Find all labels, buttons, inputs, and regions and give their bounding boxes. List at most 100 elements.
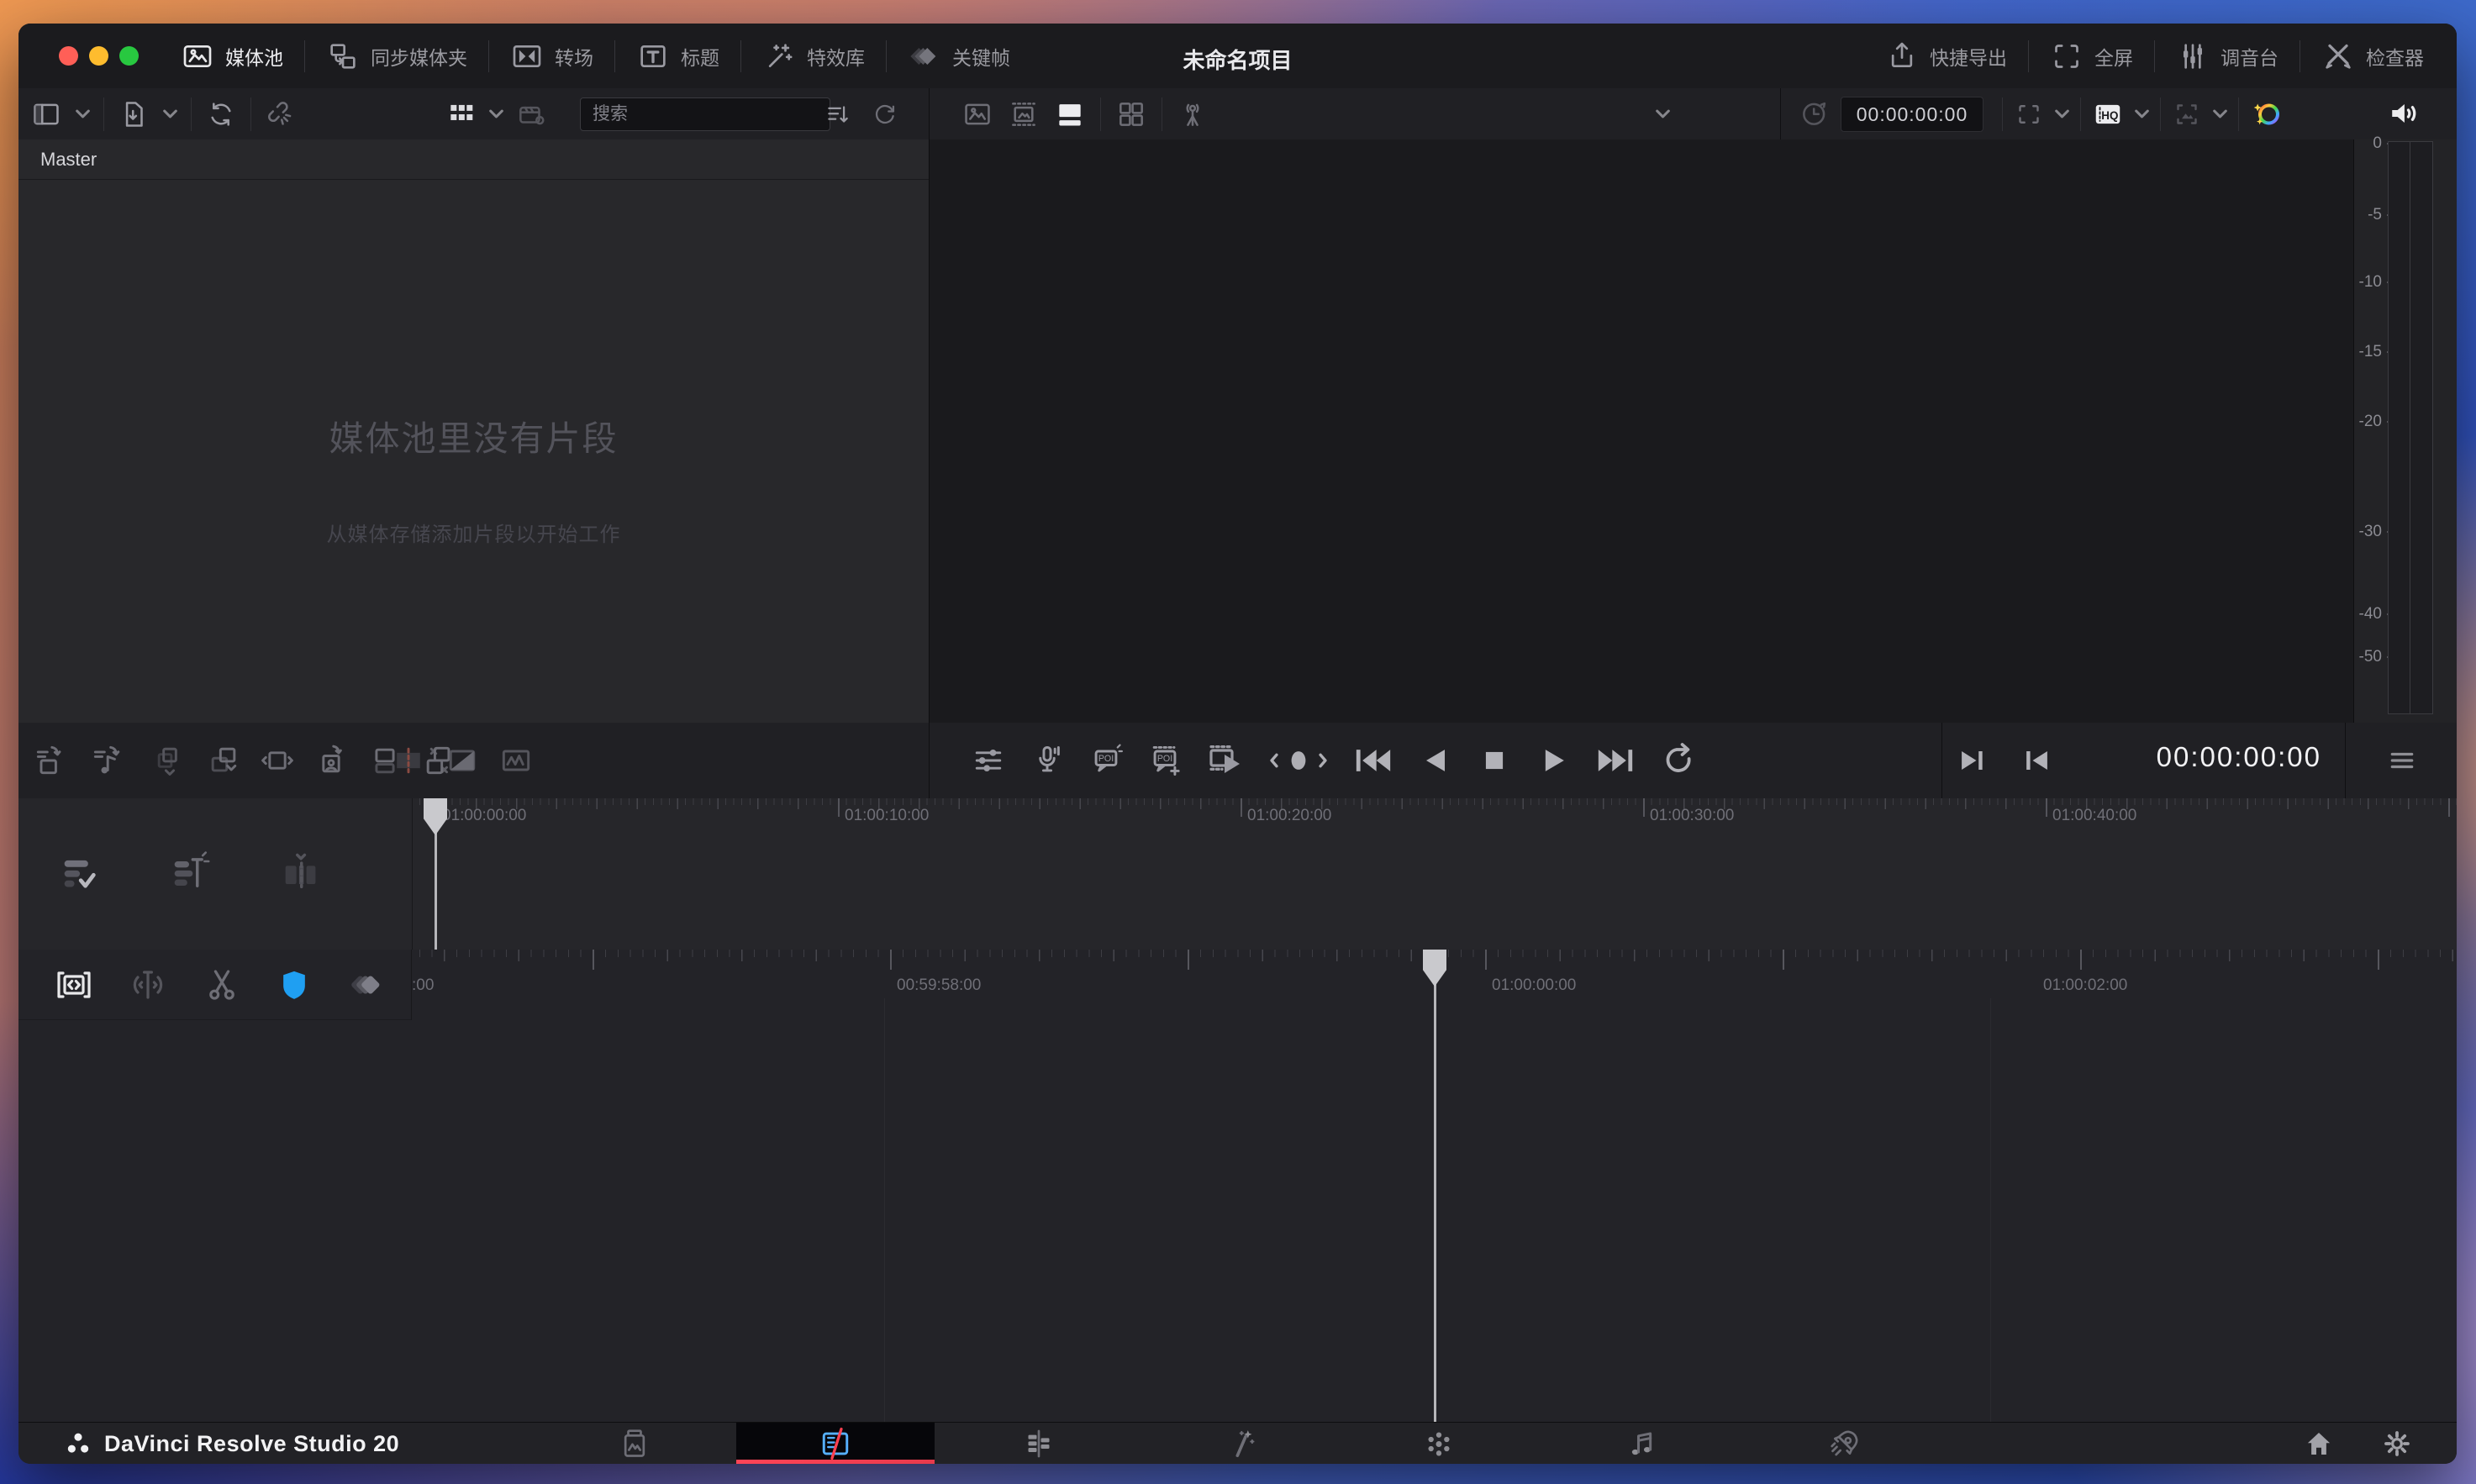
tab-transitions[interactable]: 转场 — [489, 24, 614, 88]
transition-cut-icon[interactable] — [390, 742, 427, 779]
sort-icon[interactable] — [824, 100, 852, 129]
mini-timeline-playhead[interactable] — [424, 798, 447, 950]
transitions-stack-icon[interactable] — [346, 965, 387, 1005]
zoom-window-button[interactable] — [119, 46, 139, 66]
unlink-icon[interactable] — [265, 98, 297, 130]
shuttle-jog-control[interactable] — [1267, 742, 1330, 779]
timeline-timecode[interactable]: 00:00:00:00 — [2120, 741, 2321, 773]
timeline-options-menu-icon[interactable] — [2385, 744, 2419, 777]
tools-icon[interactable] — [970, 742, 1007, 779]
razor-scissors-icon[interactable] — [202, 965, 242, 1005]
tab-titles[interactable]: 标题 — [615, 24, 740, 88]
page-fairlight[interactable] — [1619, 1423, 1666, 1464]
timeline-checklist-icon[interactable] — [57, 850, 101, 894]
insert-audio-icon[interactable] — [89, 742, 126, 779]
poi-add-icon[interactable]: POI — [1146, 742, 1183, 779]
pin-trim-icon[interactable] — [128, 965, 168, 1005]
storyboard-view-icon[interactable] — [1054, 98, 1086, 130]
tab-fullscreen[interactable]: 全屏 — [2029, 24, 2154, 88]
filmstrip-view-icon[interactable] — [1008, 98, 1040, 130]
tab-sync-bin[interactable]: 同步媒体夹 — [305, 24, 488, 88]
skip-to-start-button[interactable] — [1351, 742, 1395, 779]
fullscreen-icon — [2050, 39, 2084, 73]
play-button[interactable] — [1535, 742, 1572, 779]
panel-toggle-icon[interactable] — [30, 98, 62, 130]
refresh-icon[interactable] — [871, 100, 899, 129]
tab-mixer[interactable]: 调音台 — [2155, 24, 2300, 88]
image-view-icon[interactable] — [961, 98, 993, 130]
import-media-icon[interactable] — [118, 98, 150, 130]
divider — [2002, 97, 2003, 131]
tab-inspector[interactable]: 检查器 — [2300, 24, 2445, 88]
page-cut-active[interactable] — [736, 1423, 935, 1464]
tab-quick-export[interactable]: 快捷导出 — [1864, 24, 2028, 88]
place-on-top-icon[interactable] — [313, 742, 350, 779]
page-deliver[interactable] — [1821, 1423, 1868, 1464]
chevron-down-icon[interactable] — [76, 109, 90, 118]
skip-to-end-button[interactable] — [1594, 742, 1637, 779]
meter-tick-label: -15 — [2359, 343, 2382, 361]
multi-view-icon[interactable] — [1115, 98, 1147, 130]
prev-edit-icon[interactable] — [2019, 742, 2056, 779]
tab-effects[interactable]: 特效库 — [741, 24, 886, 88]
next-edit-icon[interactable] — [1953, 742, 1990, 779]
viewer-source-chevron-icon[interactable] — [1656, 109, 1670, 118]
loop-button[interactable] — [1659, 740, 1699, 781]
smart-insert-icon[interactable] — [151, 742, 188, 779]
minimize-window-button[interactable] — [89, 46, 108, 66]
bin-name[interactable]: Master — [40, 149, 97, 171]
clock-icon[interactable] — [1799, 97, 1831, 129]
ruler-label: 01:00:30:00 — [1650, 807, 1734, 825]
ripple-overwrite-icon[interactable] — [259, 742, 296, 779]
viewer-timecode[interactable]: 00:00:00:00 — [1841, 97, 1983, 132]
chevron-down-icon[interactable] — [489, 109, 503, 118]
source-tape-icon[interactable] — [1205, 740, 1246, 781]
mini-timeline-ruler[interactable]: 01:00:00:00 01:00:10:00 01:00:20:00 01:0… — [412, 798, 2457, 829]
page-edit[interactable] — [1015, 1423, 1062, 1464]
split-clips-icon[interactable] — [278, 850, 322, 894]
divider — [1941, 723, 1942, 798]
append-icon[interactable] — [205, 742, 242, 779]
grid-view-icon[interactable] — [445, 98, 477, 130]
divider — [2238, 97, 2239, 131]
timeline-playhead[interactable] — [1423, 950, 1446, 1422]
settings-button[interactable] — [2373, 1423, 2421, 1464]
active-page-underline — [736, 1460, 935, 1464]
playback-quality-hq-icon[interactable]: HQ — [2092, 98, 2124, 130]
tab-keyframes[interactable]: 关键帧 — [887, 24, 1031, 88]
speaker-icon[interactable] — [2385, 95, 2422, 132]
sync-clips-icon[interactable] — [205, 98, 237, 130]
color-enhance-icon[interactable] — [2250, 97, 2284, 131]
secondary-toolbar: 00:00:00:00 HQ — [18, 88, 2457, 140]
transition-smoothcut-icon[interactable] — [498, 742, 535, 779]
tab-media-pool[interactable]: 媒体池 — [160, 24, 304, 88]
chevron-down-icon[interactable] — [2055, 109, 2069, 118]
transition-dissolve-icon[interactable] — [444, 742, 481, 779]
search-input[interactable] — [580, 97, 830, 131]
app-window: 媒体池 同步媒体夹 转场 标题 特效库 — [18, 24, 2457, 1464]
close-window-button[interactable] — [59, 46, 78, 66]
poi-icon[interactable]: POI — [1088, 742, 1125, 779]
insert-video-icon[interactable] — [32, 742, 69, 779]
edit-page-icon — [1022, 1427, 1056, 1460]
chevron-down-icon[interactable] — [2135, 109, 2149, 118]
davinci-logo-icon — [64, 1430, 92, 1459]
ruler-label: 01:00:00:00 — [1492, 976, 1576, 995]
chevron-down-icon[interactable] — [2213, 109, 2227, 118]
trim-tool-icon[interactable] — [54, 965, 94, 1005]
clip-color-icon[interactable] — [515, 98, 547, 130]
safe-area-icon[interactable] — [2014, 99, 2044, 129]
play-reverse-button[interactable] — [1417, 742, 1454, 779]
resize-icon[interactable] — [2172, 99, 2202, 129]
page-media[interactable] — [611, 1423, 658, 1464]
chevron-down-icon[interactable] — [163, 109, 177, 118]
stop-button[interactable] — [1476, 742, 1513, 779]
broadcast-icon[interactable] — [1177, 98, 1209, 130]
sync-pin-icon[interactable] — [167, 850, 211, 894]
snap-shield-icon[interactable] — [276, 966, 313, 1003]
page-fusion[interactable] — [1220, 1423, 1267, 1464]
mic-icon[interactable] — [1029, 742, 1066, 779]
page-color[interactable] — [1415, 1423, 1462, 1464]
home-button[interactable] — [2295, 1423, 2342, 1464]
media-pool-icon — [181, 39, 214, 73]
